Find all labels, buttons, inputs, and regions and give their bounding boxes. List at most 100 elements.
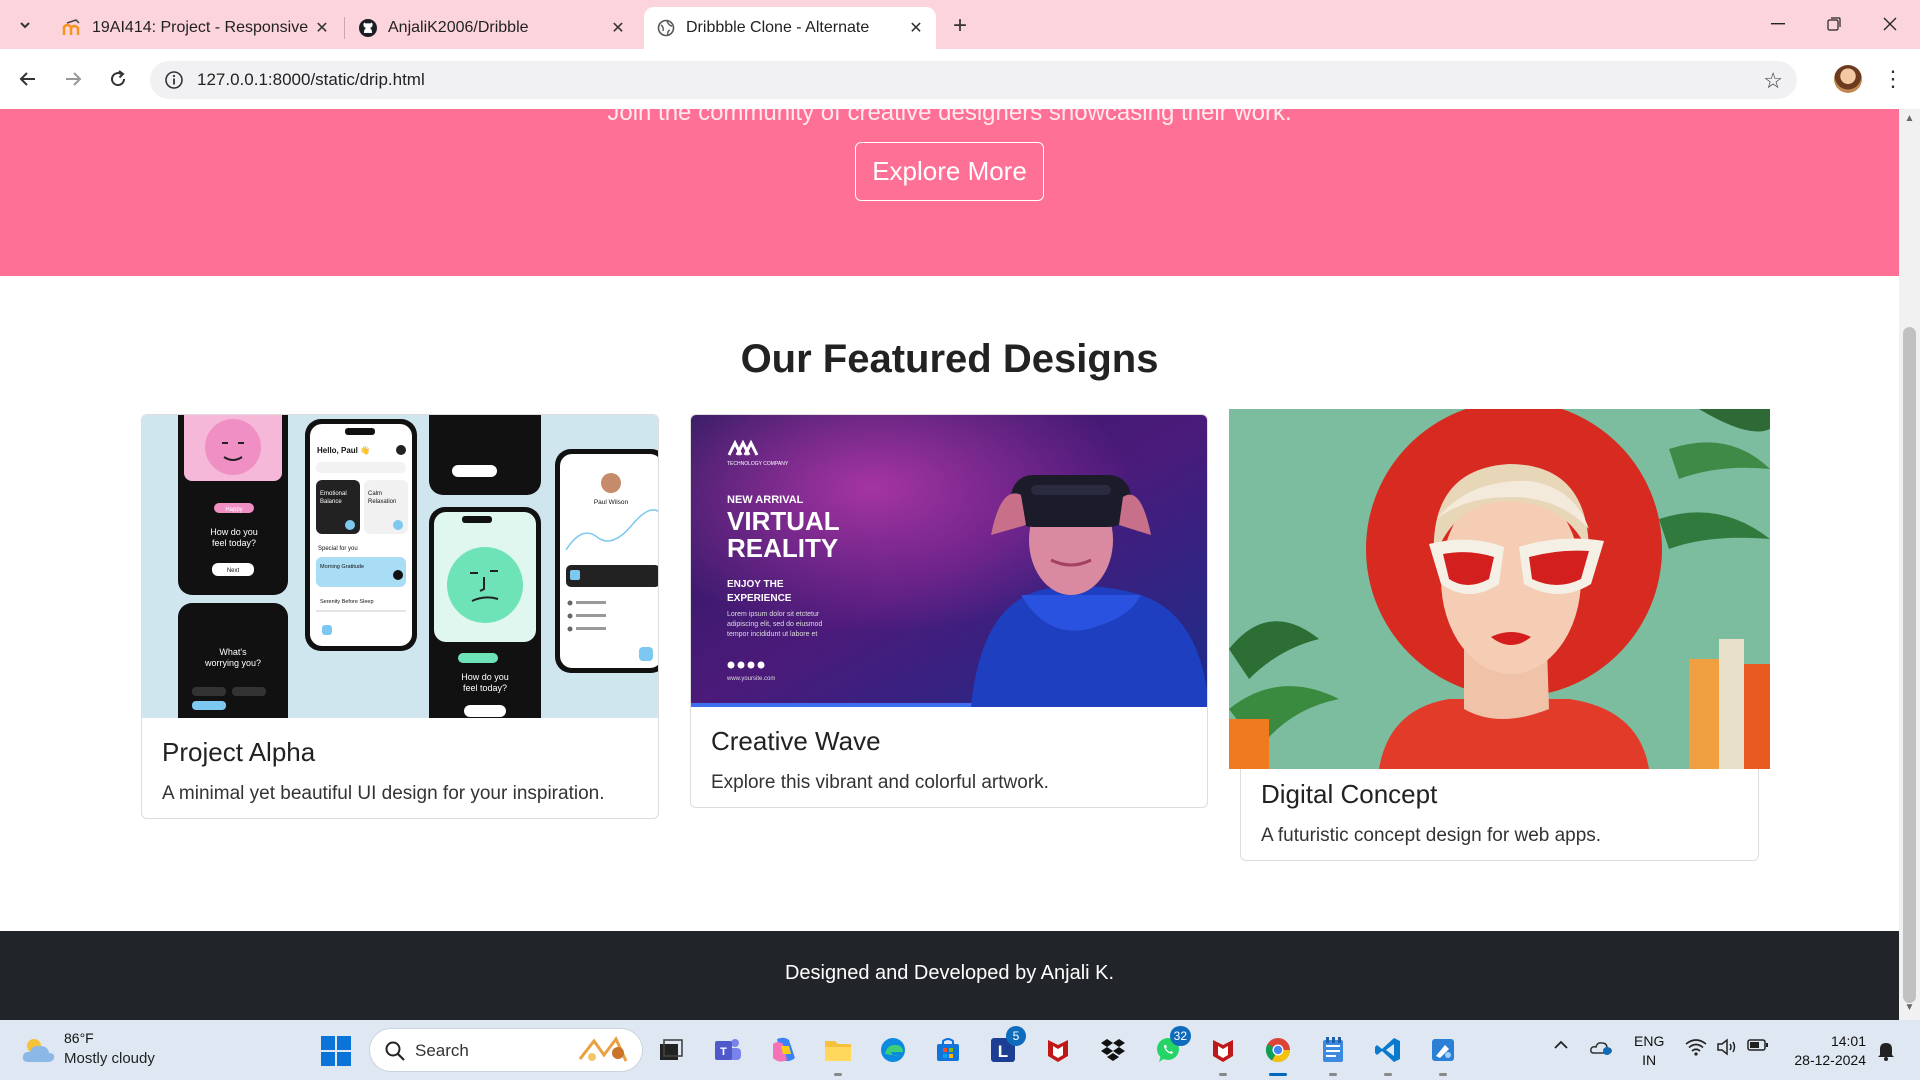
svg-text:Serenity Before Sleep: Serenity Before Sleep: [320, 599, 374, 605]
onedrive-sync-icon[interactable]: [1590, 1038, 1614, 1061]
taskbar-search-box[interactable]: Search: [369, 1028, 643, 1072]
browser-toolbar: 127.0.0.1:8000/static/drip.html ☆ ⋮: [0, 49, 1920, 109]
svg-text:adipiscing elit, sed do eiusmo: adipiscing elit, sed do eiusmod: [727, 621, 822, 628]
page-footer: Designed and Developed by Anjali K.: [0, 931, 1899, 1020]
url-text[interactable]: 127.0.0.1:8000/static/drip.html: [197, 70, 425, 90]
card-title: Creative Wave: [711, 726, 881, 756]
clock-date: 28-12-2024: [1794, 1052, 1866, 1068]
arrow-right-icon: [66, 72, 82, 86]
tab-dribbble-clone[interactable]: Dribbble Clone - Alternate ✕: [644, 7, 936, 49]
scrollbar-thumb[interactable]: [1903, 327, 1916, 1003]
reload-icon: [111, 70, 126, 87]
new-tab-button[interactable]: +: [946, 12, 974, 40]
svg-text:Happy: Happy: [225, 507, 242, 513]
design-card-creative-wave[interactable]: TECHNOLOGY COMPANY NEW ARRIVAL VIRTUAL R…: [690, 414, 1208, 808]
close-icon[interactable]: ✕: [312, 18, 332, 38]
forward-button[interactable]: [57, 63, 89, 95]
explore-more-button[interactable]: Explore More: [855, 142, 1044, 201]
hero-subtitle: Join the community of creative designers…: [607, 109, 1292, 126]
profile-avatar[interactable]: [1834, 65, 1862, 93]
scroll-down-arrow-icon[interactable]: ▼: [1903, 1002, 1916, 1016]
minimize-button[interactable]: [1750, 8, 1806, 40]
scroll-up-arrow-icon[interactable]: ▲: [1903, 113, 1916, 127]
whatsapp-icon[interactable]: 32: [1151, 1026, 1191, 1068]
svg-text:Paul Wilson: Paul Wilson: [594, 499, 629, 506]
mcafee-icon[interactable]: [1041, 1032, 1075, 1068]
running-indicator: [1219, 1073, 1227, 1076]
card-description: A futuristic concept design for web apps…: [1261, 825, 1602, 846]
chrome-icon[interactable]: [1261, 1032, 1295, 1076]
running-indicator: [1384, 1073, 1392, 1076]
tab-divider: [344, 17, 345, 39]
system-clock[interactable]: 14:01 28-12-2024: [1786, 1032, 1866, 1070]
svg-text:How do you: How do you: [210, 527, 258, 537]
show-hidden-icons-chevron-icon[interactable]: [1553, 1038, 1569, 1056]
design-card-project-alpha[interactable]: Happy How do you feel today? Next What's…: [141, 414, 659, 819]
search-icon: [385, 1041, 405, 1061]
chevron-down-icon: [20, 22, 30, 29]
tab-strip: 19AI414: Project - Responsive W ✕ Anjali…: [0, 0, 1920, 49]
tab-title: AnjaliK2006/Dribble: [388, 19, 529, 36]
hero-section: Join the community of creative designers…: [0, 109, 1899, 276]
close-icon: [1883, 17, 1897, 31]
site-info-icon[interactable]: [164, 70, 184, 90]
browser-menu-icon[interactable]: ⋮: [1882, 63, 1904, 95]
close-icon[interactable]: ✕: [608, 18, 628, 38]
mcafee-icon[interactable]: [1206, 1032, 1240, 1076]
restore-button[interactable]: [1806, 8, 1862, 40]
card-title: Project Alpha: [162, 737, 316, 767]
svg-text:worrying you?: worrying you?: [204, 658, 261, 668]
edge-icon[interactable]: [876, 1032, 910, 1068]
card-description: Explore this vibrant and colorful artwor…: [711, 772, 1049, 793]
svg-text:Special for you: Special for you: [318, 546, 358, 552]
svg-text:tempor incididunt ut labore et: tempor incididunt ut labore et: [727, 631, 817, 638]
svg-text:L: L: [998, 1042, 1008, 1061]
dropbox-icon[interactable]: [1096, 1032, 1130, 1068]
svg-text:feel today?: feel today?: [463, 683, 507, 693]
input-language[interactable]: ENG IN: [1634, 1032, 1664, 1070]
svg-text:Relaxation: Relaxation: [368, 499, 396, 505]
page-viewport: Join the community of creative designers…: [0, 109, 1899, 1020]
back-button[interactable]: [12, 63, 44, 95]
wifi-icon[interactable]: [1685, 1038, 1707, 1061]
volume-icon[interactable]: [1716, 1038, 1738, 1061]
file-explorer-icon[interactable]: [821, 1032, 855, 1076]
teams-icon[interactable]: T: [711, 1032, 745, 1068]
tab-moodle[interactable]: 19AI414: Project - Responsive W ✕: [52, 7, 342, 49]
task-view-icon[interactable]: [654, 1032, 688, 1068]
notification-bell-icon[interactable]: [1876, 1039, 1896, 1061]
github-icon: [358, 18, 378, 38]
microsoft-store-icon[interactable]: [931, 1032, 965, 1068]
svg-text:How do you: How do you: [461, 672, 509, 682]
bookmark-star-icon[interactable]: ☆: [1763, 68, 1783, 94]
tab-search-button[interactable]: [12, 12, 38, 38]
weather-description: Mostly cloudy: [64, 1050, 155, 1067]
digital-concept-image[interactable]: [1229, 409, 1770, 769]
globe-icon: [656, 18, 676, 38]
svg-text:www.yoursite.com: www.yoursite.com: [726, 676, 775, 682]
close-window-button[interactable]: [1862, 8, 1918, 40]
paint-icon[interactable]: [1426, 1032, 1460, 1076]
close-icon[interactable]: ✕: [906, 18, 926, 38]
address-bar[interactable]: 127.0.0.1:8000/static/drip.html ☆: [150, 61, 1797, 99]
svg-text:Balance: Balance: [320, 499, 342, 505]
notepad-icon[interactable]: [1316, 1032, 1350, 1076]
windows-start-icon[interactable]: [321, 1036, 351, 1066]
battery-icon[interactable]: [1747, 1038, 1769, 1057]
tab-github[interactable]: AnjaliK2006/Dribble ✕: [348, 7, 638, 49]
copilot-icon[interactable]: [767, 1032, 801, 1068]
language-code: ENG: [1634, 1033, 1665, 1049]
svg-text:TECHNOLOGY COMPANY: TECHNOLOGY COMPANY: [727, 461, 789, 467]
l-app-icon[interactable]: L 5: [986, 1026, 1026, 1068]
svg-text:VIRTUAL: VIRTUAL: [727, 506, 840, 536]
windows-taskbar: 86°F Mostly cloudy Search T L 5 32 ENG I…: [0, 1020, 1920, 1080]
tab-title: Dribbble Clone - Alternate: [686, 19, 870, 36]
svg-text:T: T: [720, 1046, 727, 1058]
reload-button[interactable]: [102, 63, 134, 95]
vscode-icon[interactable]: [1371, 1032, 1405, 1076]
running-indicator: [1269, 1073, 1287, 1076]
cloudy-weather-icon[interactable]: [20, 1034, 56, 1066]
footer-text: Designed and Developed by Anjali K.: [784, 962, 1115, 984]
page-scrollbar[interactable]: ▲ ▼: [1899, 109, 1920, 1020]
creative-wave-image: TECHNOLOGY COMPANY NEW ARRIVAL VIRTUAL R…: [691, 415, 1207, 707]
